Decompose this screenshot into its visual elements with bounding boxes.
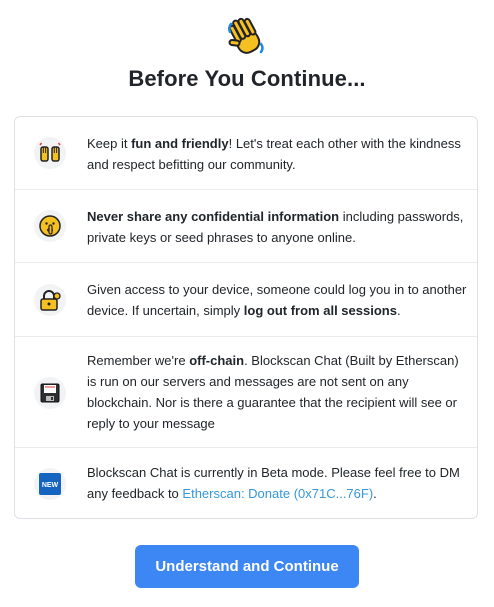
svg-text:NEW: NEW (42, 482, 59, 489)
rule-text: Remember we're off-chain. Blockscan Chat… (87, 353, 459, 431)
rule-text: Blockscan Chat is currently in Beta mode… (87, 465, 460, 501)
rule-text: Never share any confidential information… (87, 209, 464, 245)
rule-beta: NEW Blockscan Chat is currently in Beta … (15, 448, 477, 520)
locked-with-key-icon (34, 284, 66, 316)
rule-text: Keep it fun and friendly! Let's treat ea… (87, 136, 461, 172)
raised-hands-icon (34, 137, 66, 169)
floppy-disk-icon (34, 377, 66, 409)
shushing-face-icon (34, 210, 66, 242)
waving-hand-icon (225, 14, 269, 58)
rule-confidential: Never share any confidential information… (15, 190, 477, 263)
new-button-icon: NEW (34, 468, 66, 500)
etherscan-donate-link[interactable]: Etherscan: Donate (0x71C...76F) (182, 486, 373, 501)
rule-text: Given access to your device, someone cou… (87, 282, 467, 318)
rule-off-chain: Remember we're off-chain. Blockscan Chat… (15, 337, 477, 448)
rule-sessions: Given access to your device, someone cou… (15, 263, 477, 337)
understand-continue-button[interactable]: Understand and Continue (135, 545, 359, 588)
page-title: Before You Continue... (128, 66, 366, 91)
rule-friendly: Keep it fun and friendly! Let's treat ea… (15, 117, 477, 190)
rules-card: Keep it fun and friendly! Let's treat ea… (14, 116, 478, 519)
